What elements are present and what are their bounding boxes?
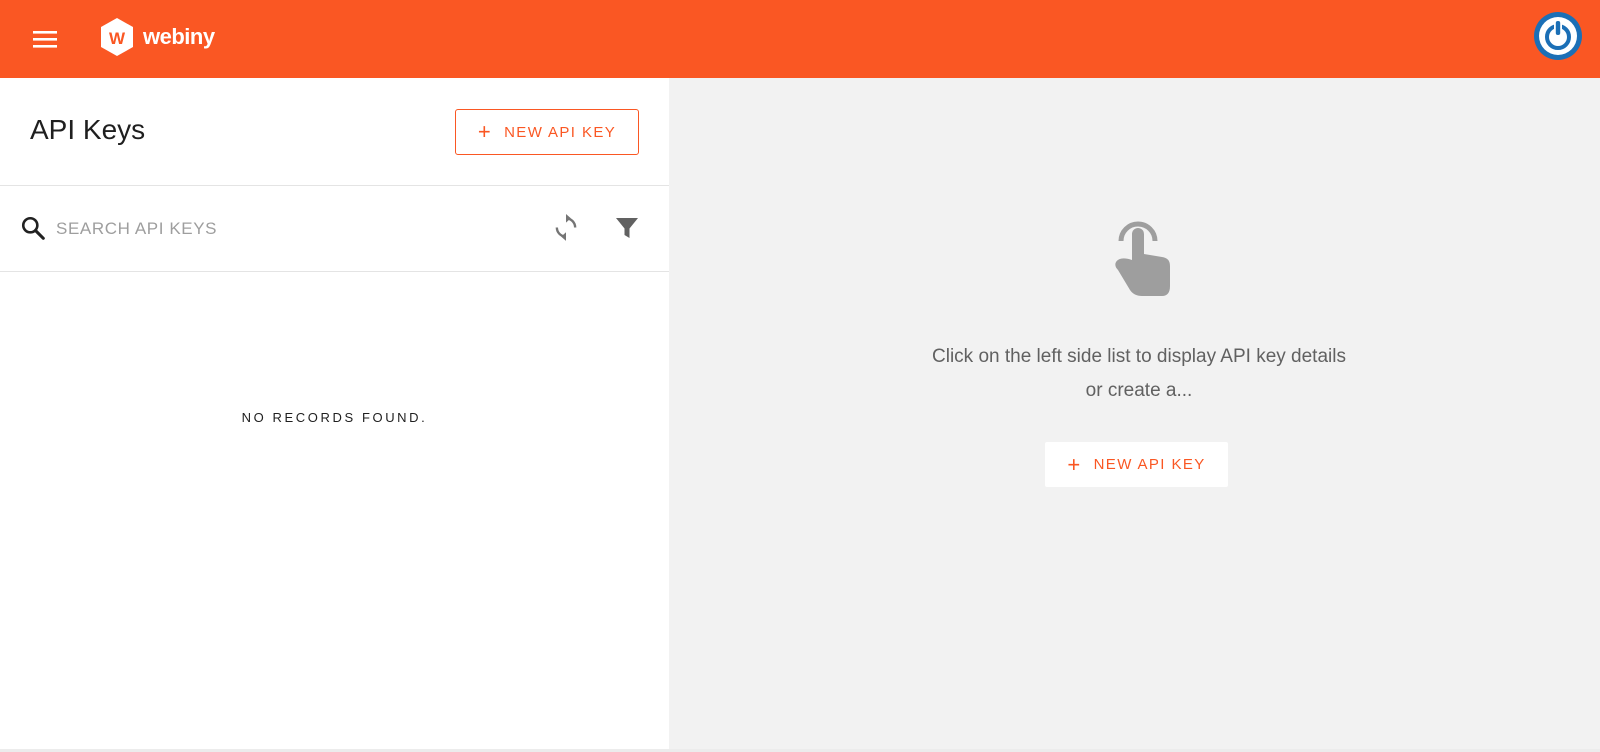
logo-text: webiny — [143, 24, 215, 49]
new-api-key-label: NEW API KEY — [1093, 456, 1206, 473]
api-key-details-panel: Click on the left side list to display A… — [669, 78, 1600, 750]
list-header: API Keys + NEW API KEY — [0, 78, 669, 186]
search-input[interactable] — [56, 212, 516, 246]
plus-icon: + — [1067, 451, 1082, 477]
search-bar — [0, 186, 669, 272]
filter-icon[interactable] — [615, 216, 639, 240]
menu-button[interactable] — [28, 24, 62, 54]
refresh-icon[interactable] — [553, 214, 579, 242]
new-api-key-button[interactable]: + NEW API KEY — [455, 109, 639, 155]
webiny-hexagon-icon: W — [101, 18, 133, 56]
power-avatar-icon[interactable] — [1533, 11, 1583, 61]
details-help-text: Click on the left side list to display A… — [932, 346, 1346, 401]
plus-icon: + — [477, 119, 493, 144]
search-icon — [21, 216, 45, 240]
hamburger-menu-icon — [33, 31, 57, 48]
api-keys-list-panel: API Keys + NEW API KEY NO RECORDS FOUND. — [0, 78, 669, 752]
new-api-key-button-secondary[interactable]: + NEW API KEY — [1045, 442, 1228, 487]
svg-text:W: W — [109, 29, 126, 48]
webiny-logo[interactable]: W webiny — [99, 17, 215, 57]
page-title: API Keys — [30, 114, 146, 145]
empty-state-message: NO RECORDS FOUND. — [241, 410, 428, 425]
touch-hand-icon — [1115, 221, 1170, 296]
top-app-bar: W webiny — [0, 0, 1600, 78]
new-api-key-label: NEW API KEY — [504, 123, 617, 141]
